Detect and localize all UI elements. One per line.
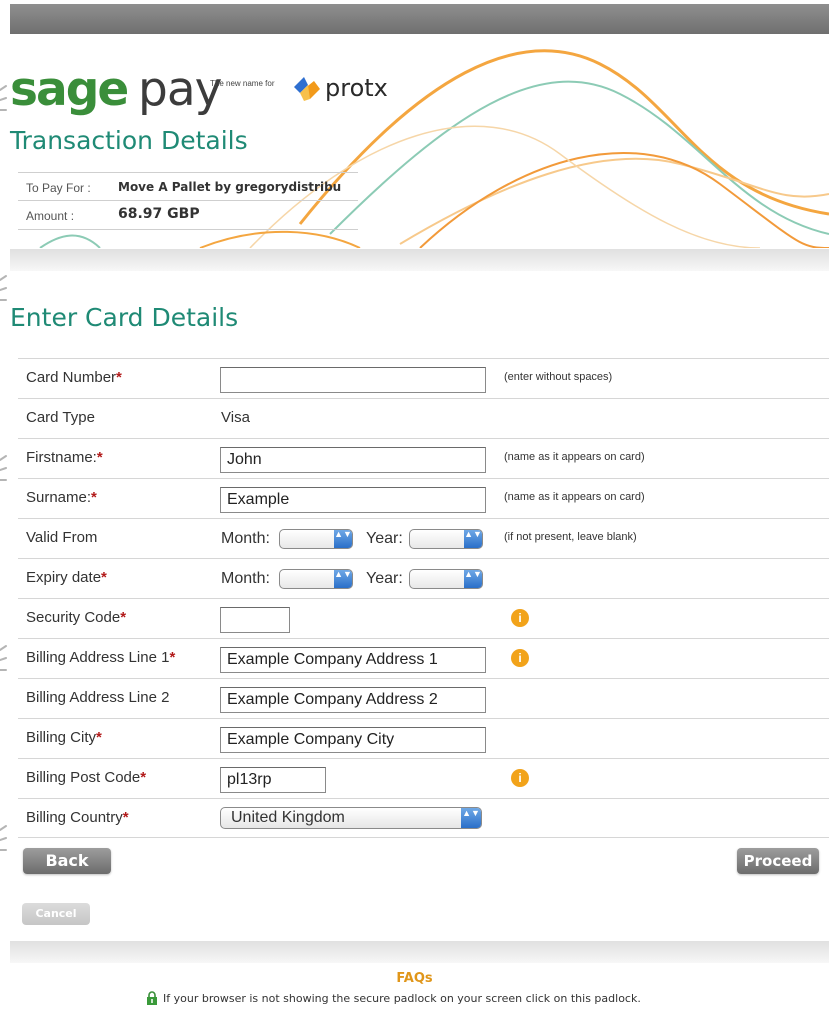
- post-code-input[interactable]: [220, 767, 326, 793]
- padlock-text: If your browser is not showing the secur…: [163, 992, 641, 1005]
- country-label: Billing Country*: [26, 809, 129, 826]
- post-code-row: Billing Post Code* i: [18, 758, 829, 798]
- valid-from-month-select[interactable]: ▲▼: [279, 529, 353, 549]
- to-pay-for-value: Move A Pallet by gregorydistribu: [118, 180, 342, 194]
- section-divider: [10, 249, 829, 271]
- country-select[interactable]: United Kingdom ▲▼: [220, 807, 482, 829]
- info-icon[interactable]: i: [511, 769, 529, 787]
- expiry-label: Expiry date*: [26, 569, 107, 586]
- city-label: Billing City*: [26, 729, 102, 746]
- transaction-details-title: Transaction Details: [10, 126, 248, 155]
- logo-sage-text: sage: [10, 62, 129, 117]
- select-arrow-icon: ▲▼: [334, 530, 352, 548]
- amount-label: Amount :: [26, 209, 75, 223]
- valid-from-row: Valid From Month: ▲▼ Year: ▲▼ (if not pr…: [18, 518, 829, 558]
- proceed-button[interactable]: Proceed: [737, 848, 819, 874]
- select-arrow-icon: ▲▼: [464, 570, 482, 588]
- info-icon[interactable]: i: [511, 649, 529, 667]
- city-row: Billing City*: [18, 718, 829, 758]
- security-code-label: Security Code*: [26, 609, 127, 626]
- firstname-row: Firstname:* (name as it appears on card): [18, 438, 829, 478]
- card-type-value: Visa: [221, 409, 250, 426]
- to-pay-for-label: To Pay For :: [26, 181, 91, 195]
- card-details-title: Enter Card Details: [10, 303, 239, 332]
- select-arrow-icon: ▲▼: [464, 530, 482, 548]
- amount-value: 68.97 GBP: [118, 206, 200, 222]
- transaction-summary: To Pay For : Move A Pallet by gregorydis…: [18, 172, 358, 230]
- padlock-icon[interactable]: [145, 991, 159, 1005]
- expiry-row: Expiry date* Month: ▲▼ Year: ▲▼: [18, 558, 829, 598]
- valid-from-month-label: Month:: [221, 530, 270, 547]
- expiry-month-label: Month:: [221, 570, 270, 587]
- to-pay-for-row: To Pay For : Move A Pallet by gregorydis…: [18, 172, 358, 201]
- valid-from-year-select[interactable]: ▲▼: [409, 529, 483, 549]
- card-number-row: Card Number* (enter without spaces): [18, 358, 829, 398]
- security-code-input[interactable]: [220, 607, 290, 633]
- padlock-notice: If your browser is not showing the secur…: [145, 991, 641, 1005]
- surname-hint: (name as it appears on card): [504, 491, 645, 503]
- surname-label: Surname:*: [26, 489, 97, 506]
- security-code-row: Security Code* i: [18, 598, 829, 638]
- back-button[interactable]: Back: [23, 848, 111, 874]
- faqs-link[interactable]: FAQs: [0, 971, 829, 986]
- card-type-row: Card Type Visa: [18, 398, 829, 438]
- valid-from-hint: (if not present, leave blank): [504, 531, 637, 543]
- address-line-2-input[interactable]: [220, 687, 486, 713]
- select-arrow-icon: ▲▼: [461, 808, 481, 828]
- top-strip: [10, 4, 829, 34]
- country-select-value: United Kingdom: [231, 809, 345, 826]
- footer-divider: [10, 941, 829, 963]
- card-details-form: Card Number* (enter without spaces) Card…: [18, 358, 829, 838]
- header: sage pay The new name for protx Transact…: [0, 34, 829, 248]
- valid-from-label: Valid From: [26, 529, 98, 546]
- post-code-label: Billing Post Code*: [26, 769, 147, 786]
- protx-mark-icon: [294, 77, 320, 101]
- address-line-1-input[interactable]: [220, 647, 486, 673]
- valid-from-year-label: Year:: [366, 530, 403, 547]
- cancel-button[interactable]: Cancel: [22, 903, 90, 925]
- firstname-hint: (name as it appears on card): [504, 451, 645, 463]
- firstname-label: Firstname:*: [26, 449, 103, 466]
- address-line-2-label: Billing Address Line 2: [26, 689, 170, 706]
- address-line-2-row: Billing Address Line 2: [18, 678, 829, 718]
- amount-row: Amount : 68.97 GBP: [18, 201, 358, 230]
- card-type-label: Card Type: [26, 409, 95, 426]
- country-row: Billing Country* United Kingdom ▲▼: [18, 798, 829, 838]
- card-number-label: Card Number*: [26, 369, 122, 386]
- expiry-year-label: Year:: [366, 570, 403, 587]
- address-line-1-label: Billing Address Line 1*: [26, 649, 176, 666]
- expiry-month-select[interactable]: ▲▼: [279, 569, 353, 589]
- info-icon[interactable]: i: [511, 609, 529, 627]
- protx-text: protx: [325, 74, 388, 102]
- surname-row: Surname:* (name as it appears on card): [18, 478, 829, 518]
- address-line-1-row: Billing Address Line 1* i: [18, 638, 829, 678]
- logo-pay-text: pay: [138, 62, 222, 117]
- surname-input[interactable]: [220, 487, 486, 513]
- select-arrow-icon: ▲▼: [334, 570, 352, 588]
- card-number-hint: (enter without spaces): [504, 371, 613, 383]
- tagline: The new name for: [210, 79, 275, 88]
- expiry-year-select[interactable]: ▲▼: [409, 569, 483, 589]
- city-input[interactable]: [220, 727, 486, 753]
- firstname-input[interactable]: [220, 447, 486, 473]
- card-number-input[interactable]: [220, 367, 486, 393]
